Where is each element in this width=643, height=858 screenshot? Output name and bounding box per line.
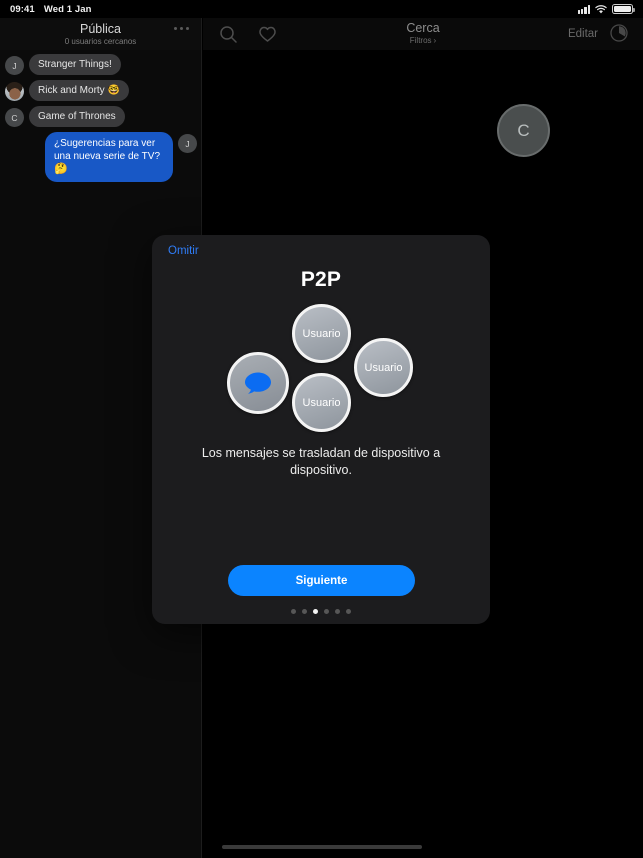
status-date: Wed 1 Jan (43, 3, 92, 15)
battery-icon (612, 4, 635, 14)
nearby-panel-header: Cerca Filtros › Editar (203, 18, 643, 50)
p2p-diagram: Usuario Usuario Usuario (152, 304, 490, 432)
chat-panel-header: Pública 0 usuarios cercanos (0, 18, 201, 50)
broadcast-icon[interactable] (609, 23, 631, 45)
chat-bubble-icon (243, 371, 273, 395)
skip-button[interactable]: Omitir (168, 245, 199, 257)
avatar: J (178, 134, 197, 153)
pagination-dot[interactable] (346, 609, 351, 614)
message-bubble[interactable]: Game of Thrones (29, 106, 125, 127)
home-indicator[interactable] (222, 845, 422, 849)
status-time: 09:41 (10, 3, 35, 15)
pagination-dot[interactable] (291, 609, 296, 614)
chat-title: Pública (80, 21, 121, 36)
nearby-user-avatar[interactable]: C (497, 104, 550, 157)
pagination-dots (152, 609, 490, 614)
status-indicators (577, 4, 635, 14)
message-item: C Game of Thrones (0, 106, 201, 127)
message-bubble-outgoing[interactable]: ¿Sugerencias para ver una nueva serie de… (45, 132, 173, 182)
next-button[interactable]: Siguiente (228, 565, 415, 596)
status-bar: 09:41 Wed 1 Jan (0, 0, 643, 18)
pagination-dot-active[interactable] (313, 609, 318, 614)
cellular-signal-icon (577, 5, 590, 14)
avatar (5, 82, 24, 101)
message-list: J Stranger Things! Rick and Morty 🤓 C Ga… (0, 50, 201, 182)
more-options-icon[interactable] (174, 27, 189, 30)
app-root: 09:41 Wed 1 Jan Pública 0 usuarios cerca… (0, 0, 643, 858)
pagination-dot[interactable] (302, 609, 307, 614)
pagination-dot[interactable] (324, 609, 329, 614)
modal-description: Los mensajes se trasladan de dispositivo… (201, 446, 441, 477)
avatar: J (5, 56, 24, 75)
message-bubble[interactable]: Rick and Morty 🤓 (29, 80, 129, 101)
wifi-icon (595, 4, 607, 14)
page-title: Cerca (406, 21, 440, 35)
edit-button[interactable]: Editar (568, 28, 598, 40)
modal-title: P2P (300, 268, 342, 291)
p2p-node-user: Usuario (292, 304, 351, 363)
chevron-right-icon: › (433, 36, 437, 45)
message-bubble[interactable]: Stranger Things! (29, 54, 121, 75)
p2p-node-device (227, 352, 289, 414)
message-item-outgoing: ¿Sugerencias para ver una nueva serie de… (0, 132, 201, 182)
thinking-face-emoji: 🤔 (54, 163, 68, 175)
pagination-dot[interactable] (335, 609, 340, 614)
heart-icon[interactable] (256, 23, 278, 45)
filters-label: Filtros (409, 36, 432, 45)
filters-link[interactable]: Filtros › (410, 36, 436, 46)
nearby-header-actions: Editar (568, 23, 643, 45)
message-text: ¿Sugerencias para ver una nueva serie de… (54, 138, 161, 162)
avatar: C (5, 108, 24, 127)
search-icon[interactable] (217, 23, 239, 45)
onboarding-modal: Omitir P2P Usuario Usuario Usuario Los m… (152, 235, 490, 624)
message-item: J Stranger Things! (0, 54, 201, 75)
chat-subtitle: 0 usuarios cercanos (64, 36, 137, 46)
p2p-node-user: Usuario (292, 373, 351, 432)
p2p-node-user: Usuario (354, 338, 413, 397)
message-item: Rick and Morty 🤓 (0, 80, 201, 101)
